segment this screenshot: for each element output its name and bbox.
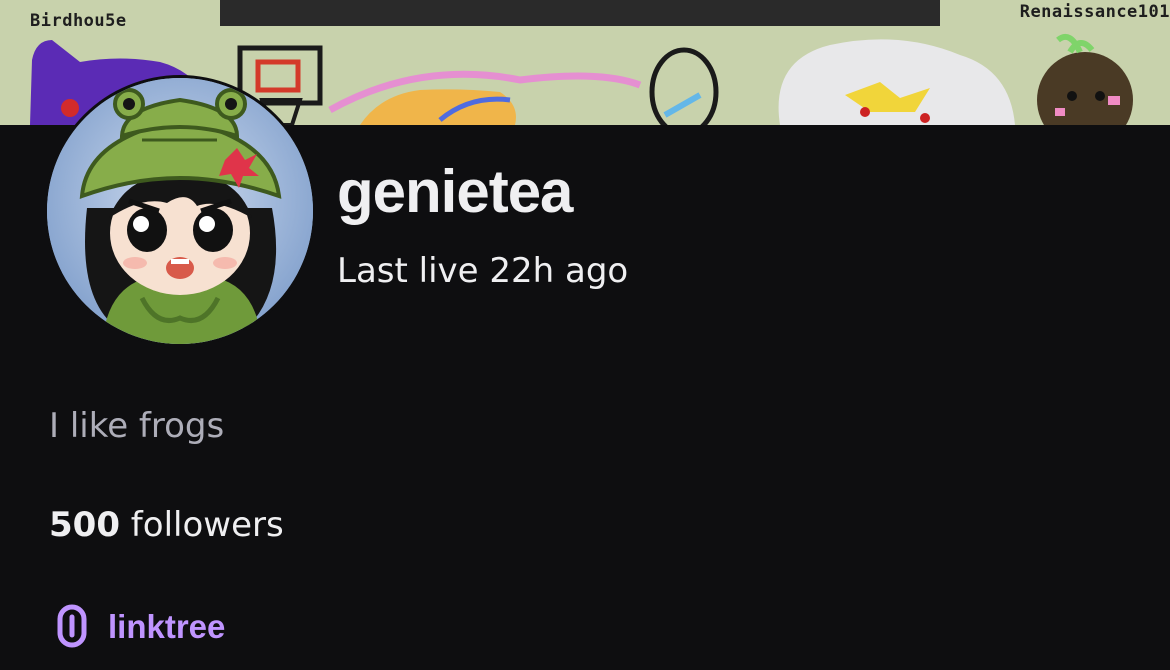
last-live-status: Last live 22h ago — [337, 251, 629, 291]
linktree-link[interactable]: linktree — [56, 603, 225, 649]
banner-credit-right: Renaissance101 — [1019, 2, 1170, 22]
channel-avatar[interactable] — [47, 78, 313, 344]
avatar-illustration — [47, 78, 313, 344]
followers-number: 500 — [49, 505, 120, 545]
channel-bio: I like frogs — [49, 406, 225, 446]
followers-label: followers — [130, 505, 284, 545]
linktree-label: linktree — [108, 607, 226, 645]
followers-count: 500 followers — [49, 508, 284, 542]
channel-name: genietea — [337, 158, 573, 225]
link-icon — [56, 603, 88, 649]
banner-credit-left: Birdhou5e — [30, 11, 127, 31]
